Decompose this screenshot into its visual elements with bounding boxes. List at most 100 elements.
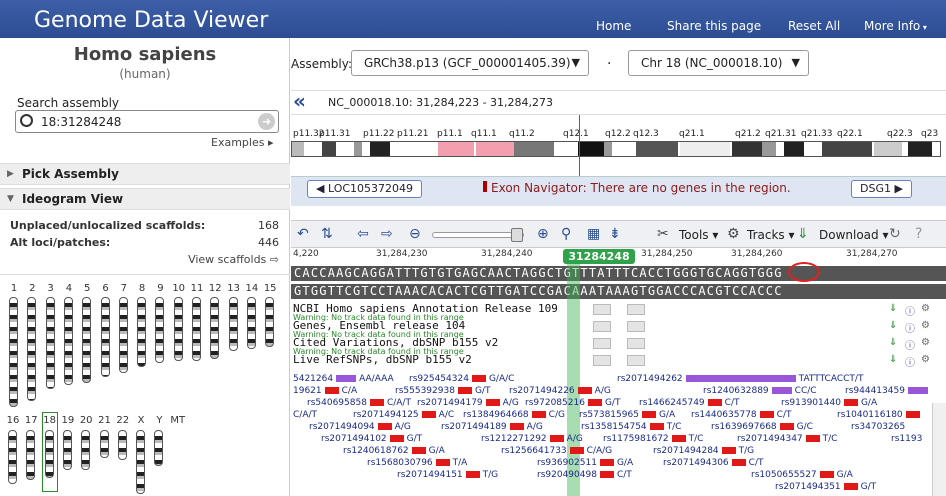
snp-feature[interactable]: C/A/T <box>293 410 317 420</box>
search-input[interactable]: 18:31284248 ➜ <box>15 110 279 133</box>
snp-feature[interactable]: rs2071494306 C/T <box>663 458 763 468</box>
chromosome-16[interactable] <box>8 430 17 484</box>
chromosome-label[interactable]: 13 <box>226 283 242 294</box>
chromosome-label[interactable]: 22 <box>115 415 131 426</box>
feature-track[interactable]: Live RefSNPs, dbSNP b155 v2 ⇓ ⓘ ⚙ <box>291 353 946 369</box>
chromosome-20[interactable] <box>81 430 91 470</box>
chromosome-2[interactable] <box>27 297 37 401</box>
chromosome-13[interactable] <box>228 297 238 351</box>
snp-feature[interactable]: rs1050655527 G/A <box>751 470 853 480</box>
chromosome-12[interactable] <box>210 297 220 359</box>
info-icon[interactable]: ⓘ <box>905 320 915 335</box>
scrollbar[interactable] <box>932 403 946 496</box>
gear-icon[interactable]: ⚙ <box>921 303 930 314</box>
chromosome-label[interactable]: 12 <box>207 283 223 294</box>
snp-feature[interactable]: rs936902511 G/A <box>537 458 633 468</box>
prev-gene-button[interactable]: ◀ LOC105372049 <box>307 180 423 198</box>
download-icon[interactable]: ⇓ <box>889 337 897 348</box>
snp-feature[interactable]: rs913901440 G/A <box>781 398 877 408</box>
gear-icon[interactable]: ⚙ <box>727 226 740 242</box>
snp-feature[interactable]: rs2071494347 T/C <box>737 434 837 444</box>
track-scroll-left[interactable] <box>593 321 611 332</box>
chromosome-label[interactable]: 4 <box>61 283 77 294</box>
snp-feature[interactable]: rs1358154754 T/C <box>581 422 681 432</box>
chromosome-label[interactable]: 19 <box>60 415 76 426</box>
tools-menu[interactable]: Tools ▾ <box>679 228 718 242</box>
chromosome-band-view[interactable]: p11.32 p11.31 p11.22 p11.21 p11.1 q11.1 q11.2 q… <box>291 114 946 179</box>
assembly-select[interactable]: GRCh38.p13 (GCF_000001405.39) ▼ <box>351 50 589 76</box>
download-icon[interactable]: ⇓ <box>889 303 897 314</box>
snp-feature[interactable]: rs2071494102 G/T <box>321 434 422 444</box>
chromosome-label[interactable]: 8 <box>134 283 150 294</box>
chromosome-21[interactable] <box>99 430 109 458</box>
chromosome-17[interactable] <box>26 430 36 480</box>
track-scroll-left[interactable] <box>593 304 611 315</box>
snp-feature[interactable]: rs2071494179 A/G <box>417 398 519 408</box>
track-scroll-right[interactable] <box>627 355 645 366</box>
chromosome-4[interactable] <box>63 297 73 385</box>
snp-feature[interactable]: rs1040116180 <box>837 410 923 420</box>
snp-feature[interactable]: rs972085216 G/T <box>525 398 620 408</box>
chromosome-22[interactable] <box>117 430 127 460</box>
chromosome-label[interactable]: 2 <box>24 283 40 294</box>
refresh-icon[interactable]: ↻ <box>889 226 901 242</box>
track-scroll-right[interactable] <box>627 321 645 332</box>
snp-feature[interactable]: rs2071494284 T/G <box>653 446 754 456</box>
track-scroll-left[interactable] <box>593 355 611 366</box>
chromosome-X[interactable] <box>136 430 146 494</box>
sequence-icon[interactable]: ⚲ <box>561 226 571 242</box>
chromosome-6[interactable] <box>100 297 110 377</box>
tools-icon[interactable]: ✂ <box>657 226 669 242</box>
chromosome-label[interactable]: X <box>133 415 149 426</box>
chromosome-label[interactable]: Y <box>151 415 167 426</box>
snp-feature[interactable]: rs573815965 G/A <box>579 410 675 420</box>
feature-track[interactable]: NCBI Homo sapiens Annotation Release 109… <box>291 302 946 322</box>
chromosome-label[interactable]: 7 <box>116 283 132 294</box>
snp-feature[interactable]: rs2071494226 A/G <box>509 386 611 396</box>
chromosome-15[interactable] <box>265 297 275 347</box>
nav-reset[interactable]: Reset All <box>788 19 840 33</box>
chromosome-label[interactable]: 20 <box>78 415 94 426</box>
chromosome-label[interactable]: MT <box>170 415 186 426</box>
snp-feature[interactable]: rs1256641733 C/A/G <box>501 446 612 456</box>
zoom-in-icon[interactable]: ⊕ <box>537 226 549 242</box>
undo-icon[interactable]: ↶ <box>297 226 309 242</box>
download-icon[interactable]: ⇓ <box>797 226 809 242</box>
chromosome-label[interactable]: 9 <box>152 283 168 294</box>
info-icon[interactable]: ⓘ <box>905 303 915 318</box>
tracks-menu[interactable]: Tracks ▾ <box>747 228 795 242</box>
ideogram-view-section[interactable]: ▼ Ideogram View <box>0 188 290 210</box>
pick-assembly-section[interactable]: ▶ Pick Assembly <box>0 163 290 185</box>
snp-feature[interactable]: rs2071494189 A/G <box>441 422 543 432</box>
snp-feature[interactable]: rs1240632889 CC/C <box>703 386 817 396</box>
chromosome-19[interactable] <box>62 430 72 470</box>
collapse-icon[interactable]: ⇟ <box>609 226 621 242</box>
markers-icon[interactable]: ▦ <box>587 226 600 242</box>
snp-feature[interactable]: rs1639697668 G/C <box>711 422 813 432</box>
collapse-left-icon[interactable]: « <box>293 89 306 113</box>
snp-feature[interactable]: rs1193 <box>891 434 922 444</box>
chromosome-9[interactable] <box>155 297 165 363</box>
chromosome-label[interactable]: 3 <box>43 283 59 294</box>
download-icon[interactable]: ⇓ <box>889 354 897 365</box>
feature-track[interactable]: Genes, Ensembl release 104 Warning: No tr… <box>291 319 946 339</box>
snp-feature[interactable]: rs2071494262 TATTTCACCT/T <box>617 374 863 384</box>
flip-strand-icon[interactable]: ⇅ <box>321 226 333 242</box>
ideogram-bar[interactable] <box>291 141 941 157</box>
chromosome-11[interactable] <box>192 297 201 361</box>
snp-feature[interactable]: rs2071494351 G/T <box>775 482 876 492</box>
track-scroll-left[interactable] <box>593 338 611 349</box>
chromosome-label[interactable]: 1 <box>6 283 22 294</box>
view-scaffolds-link[interactable]: View scaffolds ⇨ <box>188 253 279 266</box>
feature-track[interactable]: Cited Variations, dbSNP b155 v2 Warning: … <box>291 336 946 356</box>
download-menu[interactable]: Download ▾ <box>819 228 889 242</box>
zoom-out-icon[interactable]: ⊖ <box>409 226 421 242</box>
examples-link[interactable]: Examples ▸ <box>211 136 273 149</box>
snp-feature[interactable]: rs1240618762 G/A <box>343 446 445 456</box>
chromosome-7[interactable] <box>118 297 128 373</box>
snp-feature[interactable]: rs925454324 G/A/C <box>409 374 514 384</box>
go-arrow-icon[interactable]: ➜ <box>258 113 275 130</box>
snp-feature[interactable]: rs1568030796 T/A <box>367 458 467 468</box>
chromosome-label[interactable]: 5 <box>79 283 95 294</box>
gear-icon[interactable]: ⚙ <box>921 337 930 348</box>
